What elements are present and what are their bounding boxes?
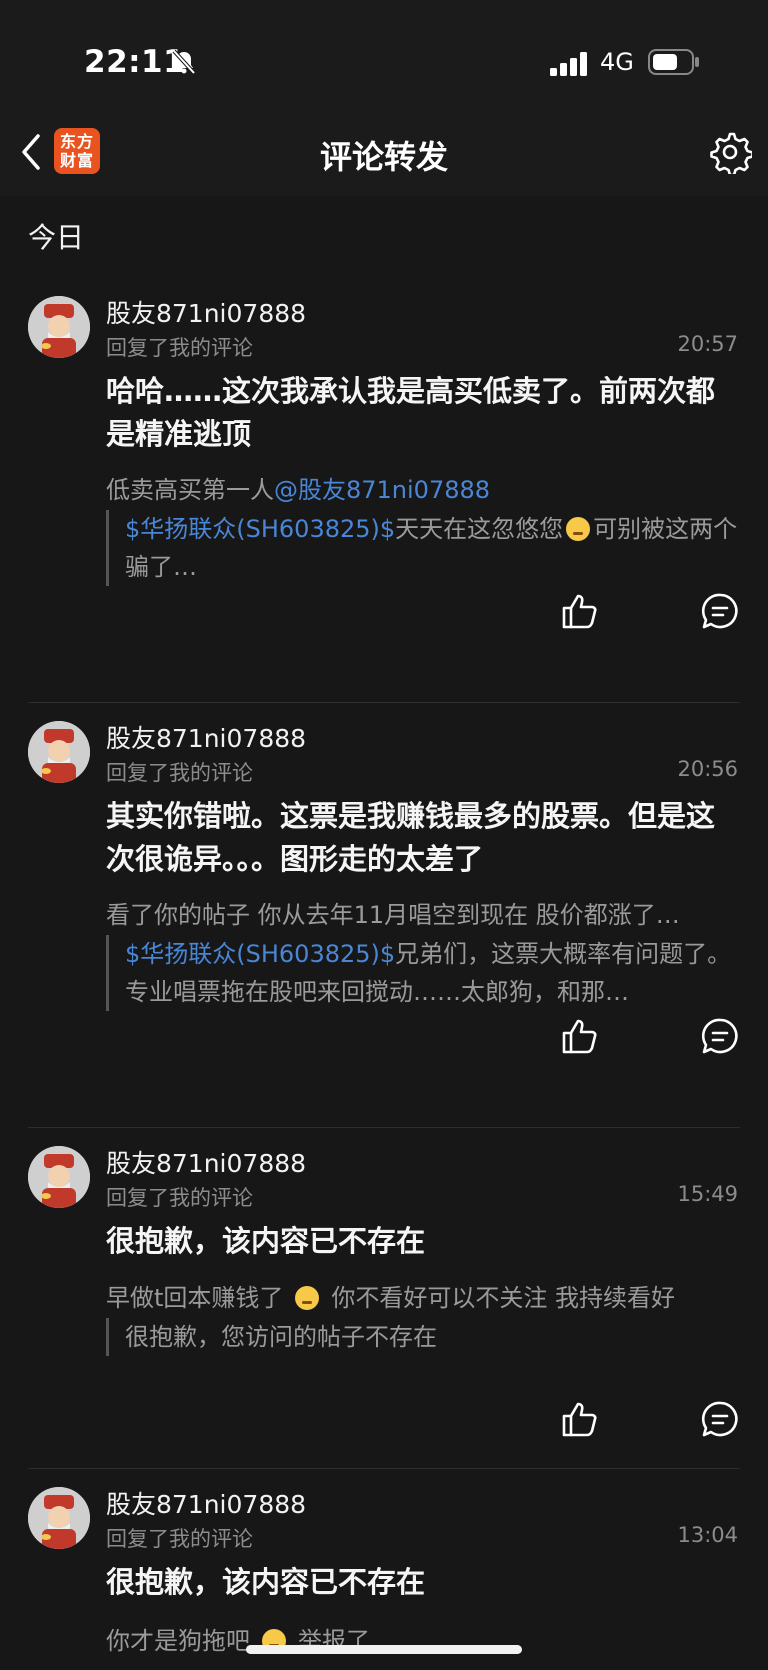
like-icon[interactable] — [560, 591, 600, 631]
comment-icon[interactable] — [700, 1016, 740, 1056]
original-comment-text: 早做t回本赚钱了 — [106, 1284, 284, 1312]
comment-icon[interactable] — [700, 1399, 740, 1439]
quoted-post-text: 很抱歉，您访问的帖子不存在 — [125, 1323, 437, 1351]
timestamp: 20:56 — [677, 757, 738, 781]
nav-bar: 东方 财富 评论转发 — [0, 116, 768, 196]
emoji-icon — [295, 1286, 320, 1310]
original-comment[interactable]: 看了你的帖子 你从去年11月唱空到现在 股价都涨了… — [106, 895, 746, 930]
list-item[interactable]: 股友871ni07888 回复了我的评论 20:56 其实你错啦。这票是我赚钱最… — [0, 703, 768, 1123]
mention-link[interactable]: @股友871ni07888 — [274, 476, 490, 504]
emoji-icon — [566, 517, 591, 541]
notification-list: 今日 股友871ni07888 回复了我的评论 20:57 哈哈……这次我承认我… — [0, 196, 768, 1670]
reply-text[interactable]: 很抱歉，该内容已不存在 — [106, 1561, 742, 1604]
original-comment-text: 低卖高买第一人 — [106, 476, 274, 504]
gear-icon[interactable] — [708, 130, 752, 174]
timestamp: 15:49 — [677, 1182, 738, 1206]
original-comment-text: 你才是狗拖吧 — [106, 1627, 250, 1655]
quoted-post[interactable]: 很抱歉，您访问的帖子不存在 — [106, 1318, 746, 1356]
home-indicator[interactable] — [246, 1645, 522, 1654]
battery-icon — [648, 49, 699, 75]
quoted-post[interactable]: $华扬联众(SH603825)$兄弟们，这票大概率有问题了。专业唱票拖在股吧来回… — [106, 935, 746, 1011]
action-text: 回复了我的评论 — [106, 336, 253, 360]
original-comment-text-2: 你不看好可以不关注 我持续看好 — [331, 1284, 676, 1312]
original-comment[interactable]: 低卖高买第一人@股友871ni07888 — [106, 470, 746, 505]
list-item[interactable]: 股友871ni07888 回复了我的评论 13:04 很抱歉，该内容已不存在 你… — [0, 1469, 768, 1669]
username[interactable]: 股友871ni07888 — [106, 294, 306, 330]
avatar[interactable] — [28, 1487, 90, 1549]
original-comment[interactable]: 早做t回本赚钱了 你不看好可以不关注 我持续看好 — [106, 1278, 746, 1313]
quoted-post[interactable]: $华扬联众(SH603825)$天天在这忽悠您 可别被这两个骗了… — [106, 510, 746, 586]
bell-muted-icon — [172, 49, 196, 75]
network-label: 4G — [600, 48, 634, 76]
avatar-icon — [28, 1487, 90, 1549]
comment-icon[interactable] — [700, 591, 740, 631]
action-text: 回复了我的评论 — [106, 1527, 253, 1551]
signal-icon — [550, 52, 587, 76]
avatar-icon — [28, 721, 90, 783]
avatar[interactable] — [28, 296, 90, 358]
avatar[interactable] — [28, 1146, 90, 1208]
reply-text[interactable]: 其实你错啦。这票是我赚钱最多的股票。但是这次很诡异。。。图形走的太差了 — [106, 795, 742, 881]
username[interactable]: 股友871ni07888 — [106, 719, 306, 755]
action-text: 回复了我的评论 — [106, 1186, 253, 1210]
stock-link[interactable]: $华扬联众(SH603825)$ — [125, 940, 395, 968]
action-text: 回复了我的评论 — [106, 761, 253, 785]
stock-link[interactable]: $华扬联众(SH603825)$ — [125, 515, 395, 543]
avatar-icon — [28, 1146, 90, 1208]
like-icon[interactable] — [560, 1399, 600, 1439]
section-header-today: 今日 — [28, 221, 85, 254]
reply-text[interactable]: 很抱歉，该内容已不存在 — [106, 1220, 742, 1263]
status-bar: 22:11 4G — [0, 0, 768, 116]
like-icon[interactable] — [560, 1016, 600, 1056]
timestamp: 13:04 — [677, 1523, 738, 1547]
list-item[interactable]: 股友871ni07888 回复了我的评论 20:57 哈哈……这次我承认我是高买… — [0, 278, 768, 698]
page-title: 评论转发 — [319, 138, 448, 176]
avatar[interactable] — [28, 721, 90, 783]
avatar-icon — [28, 296, 90, 358]
quoted-post-text: 天天在这忽悠您 — [395, 515, 564, 543]
reply-text[interactable]: 哈哈……这次我承认我是高买低卖了。前两次都是精准逃顶 — [106, 370, 742, 456]
username[interactable]: 股友871ni07888 — [106, 1144, 306, 1180]
username[interactable]: 股友871ni07888 — [106, 1485, 306, 1521]
list-item[interactable]: 股友871ni07888 回复了我的评论 15:49 很抱歉，该内容已不存在 早… — [0, 1128, 768, 1468]
timestamp: 20:57 — [677, 332, 738, 356]
